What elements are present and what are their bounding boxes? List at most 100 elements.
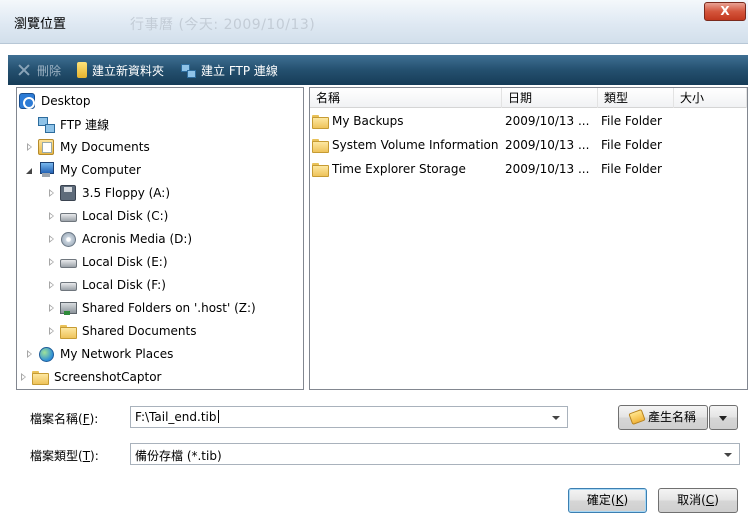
file-type: File Folder	[601, 162, 662, 176]
generate-name-dropdown-button[interactable]	[709, 405, 738, 430]
file-row[interactable]: Time Explorer Storage 2009/10/13 ... File …	[310, 158, 747, 180]
disk-icon	[60, 254, 77, 270]
tree-item-label: Acronis Media (D:)	[82, 232, 193, 246]
network-icon	[38, 346, 54, 362]
filename-accesskey: F	[82, 412, 90, 426]
folder-tree[interactable]: Desktop FTP 連線 My Documents My Computer 3.5 …	[16, 87, 304, 390]
expand-arrow-icon[interactable]	[47, 257, 56, 267]
column-header-type[interactable]: 類型	[598, 88, 674, 108]
expand-arrow-icon[interactable]	[47, 303, 56, 313]
filetype-label: 檔案類型(T):	[30, 447, 99, 464]
expand-arrow-icon[interactable]	[25, 349, 34, 359]
tree-item-label: Local Disk (F:)	[82, 278, 166, 292]
desktop-icon	[19, 93, 35, 109]
file-list[interactable]: 名稱 日期 類型 大小 My Backups 2009/10/13 ... File…	[309, 87, 748, 390]
new-ftp-label: 建立 FTP 連線	[201, 63, 278, 78]
cd-icon	[60, 231, 76, 247]
file-size	[677, 158, 747, 180]
tree-item[interactable]: FTP 連線	[25, 113, 109, 135]
file-row[interactable]: My Backups 2009/10/13 ... File Folder	[310, 110, 747, 132]
expanded-arrow-icon[interactable]	[25, 166, 34, 175]
file-date: 2009/10/13 ...	[505, 114, 590, 128]
file-row[interactable]: System Volume Information 2009/10/13 ... F…	[310, 134, 747, 156]
filename-label-end: ):	[89, 412, 99, 426]
chevron-down-icon	[719, 416, 727, 421]
chevron-down-icon[interactable]	[724, 453, 732, 457]
tree-item[interactable]: ScreenshotCaptor	[19, 366, 162, 388]
tree-item[interactable]: My Documents	[25, 136, 150, 158]
expand-arrow-icon[interactable]	[47, 188, 56, 198]
folder-icon	[312, 161, 329, 177]
chevron-down-icon[interactable]	[552, 416, 560, 420]
window-title: 瀏覽位置	[14, 17, 67, 32]
column-header-name[interactable]: 名稱	[310, 88, 502, 108]
tree-item[interactable]: Shared Folders on '.host' (Z:)	[47, 297, 256, 319]
file-name: My Backups	[332, 114, 404, 128]
tree-item[interactable]: My Computer	[25, 159, 141, 181]
expand-arrow-icon[interactable]	[19, 372, 28, 382]
folder-icon	[312, 137, 329, 153]
tree-item[interactable]: Local Disk (E:)	[47, 251, 168, 273]
filetype-select[interactable]: 備份存檔 (*.tib)	[130, 443, 740, 465]
tree-item-label: ScreenshotCaptor	[54, 370, 162, 384]
column-header-size[interactable]: 大小	[674, 88, 747, 108]
tree-item[interactable]: Desktop	[19, 90, 91, 112]
tree-item-label: Desktop	[41, 94, 91, 108]
new-folder-button[interactable]: 建立新資料夾	[69, 55, 172, 85]
tree-item-label: 3.5 Floppy (A:)	[82, 186, 171, 200]
close-button[interactable]: X	[704, 2, 746, 21]
new-ftp-connection-button[interactable]: 建立 FTP 連線	[172, 55, 286, 85]
cancel-label: 取消(	[677, 493, 706, 507]
generate-name-button[interactable]: 產生名稱	[618, 405, 708, 430]
folder-icon	[312, 113, 329, 129]
tree-item[interactable]: Shared Documents	[47, 320, 196, 342]
tree-item-label: Local Disk (C:)	[82, 209, 169, 223]
filename-label: 檔案名稱(F):	[30, 410, 98, 427]
delete-label: 刪除	[37, 63, 62, 78]
filetype-value: 備份存檔 (*.tib)	[135, 449, 222, 463]
title-bar: 瀏覽位置 行事曆 (今天: 2009/10/13) X	[0, 0, 748, 44]
cancel-button[interactable]: 取消(C)	[658, 488, 738, 513]
delete-icon	[16, 62, 32, 78]
expand-arrow-icon[interactable]	[47, 326, 56, 336]
filename-input[interactable]: F:\Tail_end.tib	[135, 410, 217, 424]
expand-arrow-icon[interactable]	[47, 280, 56, 290]
disk-icon	[60, 277, 77, 293]
expand-arrow-icon[interactable]	[47, 234, 56, 244]
ok-button[interactable]: 確定(K)	[568, 488, 647, 513]
tree-item[interactable]: Acronis Media (D:)	[47, 228, 192, 250]
filename-combobox[interactable]: F:\Tail_end.tib	[130, 406, 568, 428]
file-name: System Volume Information	[332, 138, 499, 152]
computer-icon	[38, 162, 54, 178]
ftp-icon	[38, 116, 55, 133]
ok-label-end: )	[623, 493, 629, 507]
list-header: 名稱 日期 類型 大小	[310, 88, 747, 108]
tree-item[interactable]: 3.5 Floppy (A:)	[47, 182, 170, 204]
tag-icon	[628, 408, 646, 426]
expand-arrow-icon[interactable]	[25, 142, 34, 152]
file-type: File Folder	[601, 138, 662, 152]
folder-icon	[60, 323, 77, 339]
column-header-date[interactable]: 日期	[502, 88, 598, 108]
folder-icon	[32, 369, 49, 385]
filetype-label-end: ):	[90, 449, 99, 463]
cancel-label-end: )	[714, 493, 719, 507]
tree-item-label: My Network Places	[60, 347, 174, 361]
expand-arrow-icon[interactable]	[47, 211, 56, 221]
file-date: 2009/10/13 ...	[505, 162, 590, 176]
tree-item[interactable]: Local Disk (F:)	[47, 274, 166, 296]
tree-item-label: FTP 連線	[60, 117, 110, 132]
tree-item-label: My Documents	[60, 140, 150, 154]
cancel-accesskey: C	[705, 493, 715, 507]
disk-icon	[60, 208, 77, 224]
floppy-icon	[60, 185, 76, 201]
tree-item[interactable]: Local Disk (C:)	[47, 205, 168, 227]
filetype-label-text: 檔案類型(	[30, 449, 83, 463]
network-drive-icon	[60, 300, 77, 316]
file-type: File Folder	[601, 114, 662, 128]
generate-name-label: 產生名稱	[647, 410, 696, 424]
new-folder-icon	[77, 62, 88, 78]
filetype-accesskey: T	[82, 449, 91, 463]
delete-button[interactable]: 刪除	[8, 55, 69, 85]
tree-item[interactable]: My Network Places	[25, 343, 173, 365]
